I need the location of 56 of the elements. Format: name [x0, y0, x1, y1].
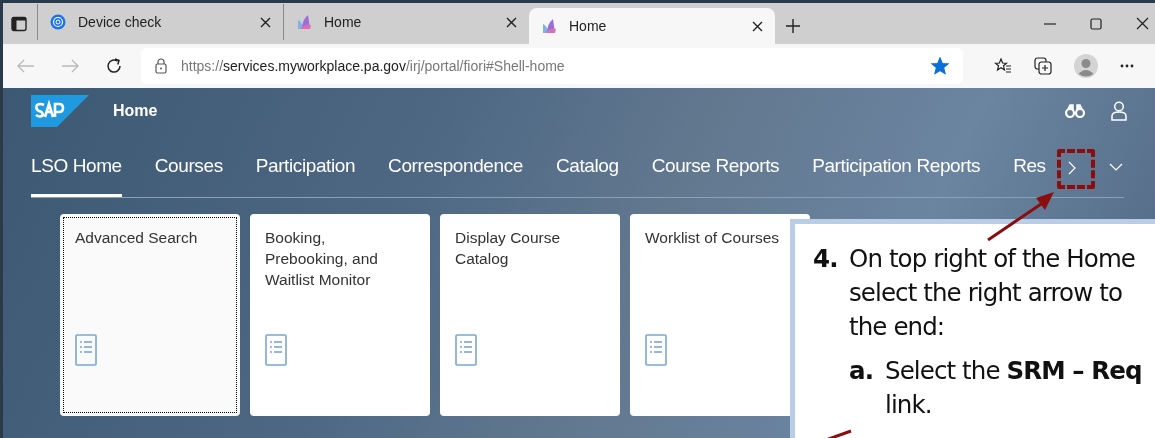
nav-tab[interactable]: LSO Home [31, 138, 122, 197]
tile-title: Booking, Prebooking, and Waitlist Monitor [265, 228, 379, 290]
nav-tab[interactable]: Catalog [556, 138, 619, 197]
tile-title: Advanced Search [75, 228, 199, 248]
tab-title: Home [324, 12, 363, 32]
more-icon[interactable] [1120, 64, 1134, 68]
nav-tab[interactable]: Res [1013, 138, 1046, 197]
sap-logo [31, 95, 89, 127]
substep-marker: a. [849, 355, 875, 387]
shell-title: Home [113, 101, 158, 121]
app-tile[interactable]: Booking, Prebooking, and Waitlist Monitor [250, 214, 430, 416]
close-icon[interactable] [260, 16, 271, 28]
close-icon[interactable] [506, 16, 517, 28]
binoculars-icon[interactable] [1065, 104, 1085, 118]
tab-panel-icon[interactable] [11, 15, 27, 32]
pointer-arrow [987, 191, 1055, 241]
tab-title: Home [569, 16, 608, 36]
chevron-right-icon[interactable] [1066, 159, 1077, 176]
tab-title: Device check [78, 12, 163, 32]
app-tile[interactable]: Display Course Catalog [440, 214, 620, 416]
substep-text: Select the SRM – Req link. [885, 355, 1142, 421]
nav-tab[interactable]: Courses [154, 138, 223, 197]
browser-tab[interactable]: Device check [37, 4, 283, 40]
nav-tab[interactable]: Course Reports [651, 138, 780, 197]
minimize-icon[interactable] [1044, 22, 1056, 25]
step-text: On top right of the Home select the right arrow to the end: [849, 243, 1136, 343]
tile-title: Display Course Catalog [455, 228, 562, 269]
close-icon[interactable] [752, 20, 763, 32]
step-number: 4. [813, 243, 839, 275]
maximize-icon[interactable] [1090, 17, 1102, 30]
globe-icon [50, 14, 66, 30]
favorites-icon[interactable] [994, 57, 1012, 75]
close-icon[interactable] [1136, 17, 1149, 30]
list-icon [455, 334, 477, 366]
list-icon [75, 334, 97, 366]
list-icon [265, 334, 287, 366]
lock-icon [155, 58, 167, 74]
highlight-frame [1057, 149, 1095, 189]
nav-tab[interactable]: Participation [255, 138, 356, 197]
flower-icon [541, 18, 557, 34]
list-icon [645, 334, 667, 366]
new-tab-icon[interactable] [785, 18, 801, 34]
tile-title: Worklist of Courses [645, 228, 781, 248]
star-icon[interactable] [931, 57, 949, 75]
avatar-icon[interactable] [1074, 54, 1098, 78]
address-field[interactable]: https://services.myworkplace.pa.gov/irj/portal/fiori#Shell-home [141, 48, 963, 84]
url-text: https://services.myworkplace.pa.gov/irj/portal/fiori#Shell-home [181, 56, 566, 76]
user-icon[interactable] [1111, 101, 1127, 121]
chevron-down-icon[interactable] [1108, 163, 1123, 172]
collections-icon[interactable] [1034, 57, 1052, 75]
flower-icon [296, 14, 312, 30]
nav-tab[interactable]: Correspondence [388, 138, 523, 197]
browser-tab[interactable]: Home [529, 8, 775, 44]
nav-tab[interactable]: Participation Reports [812, 138, 981, 197]
app-tile[interactable]: Advanced Search [60, 214, 240, 416]
reload-icon[interactable] [105, 57, 123, 75]
